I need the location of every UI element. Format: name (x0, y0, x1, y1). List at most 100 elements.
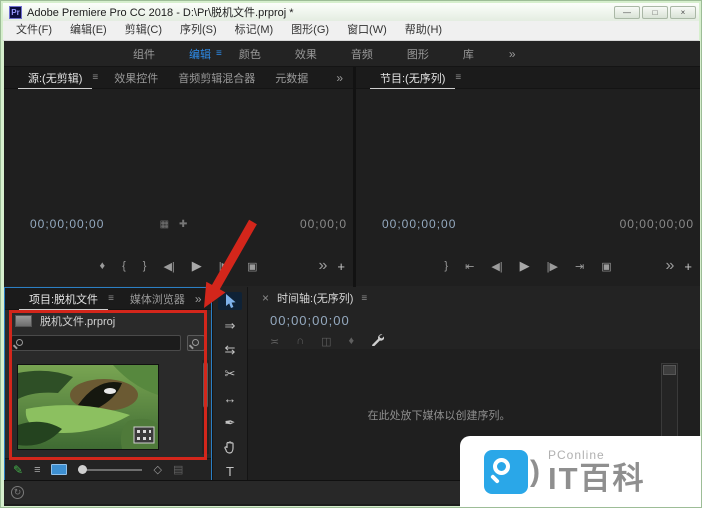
menu-clip[interactable]: 剪辑(C) (116, 21, 171, 40)
timeline-wrench-icon[interactable] (371, 333, 384, 349)
source-monitor-panel: 源:(无剪辑) ≡ 效果控件 音频剪辑混合器 元数据 » 00;00;00;00… (4, 67, 353, 287)
selection-tool[interactable] (218, 292, 242, 310)
tab-project[interactable]: 项目:脱机文件 (19, 288, 108, 310)
tab-effect-controls[interactable]: 效果控件 (104, 67, 168, 88)
premiere-window: Pr Adobe Premiere Pro CC 2018 - D:\Pr\脱机… (0, 0, 702, 508)
program-transport-controls: } ⇤ ◀| ▶ |▶ ⇥ ▣ (356, 254, 700, 278)
razor-tool[interactable]: ✂ (218, 365, 242, 383)
automate-to-sequence-icon[interactable]: ▤ (173, 463, 183, 476)
itbaike-logo-icon (484, 450, 528, 494)
tab-audio-clip-mixer[interactable]: 音频剪辑混合器 (168, 67, 265, 88)
menu-sequence[interactable]: 序列(S) (171, 21, 226, 40)
tab-program[interactable]: 节目:(无序列) (370, 67, 455, 89)
tools-panel: ⇒ ⇆ ✂ ↔ ✒ T (212, 287, 248, 481)
workspace-tab-effects[interactable]: 效果 (278, 46, 334, 62)
play-icon[interactable]: ▶ (520, 258, 530, 274)
watermark-brand: PConline (548, 449, 646, 461)
track-select-tool[interactable]: ⇒ (218, 316, 242, 334)
timeline-timecode[interactable]: 00;00;00;00 (270, 313, 350, 328)
workspace-tab-audio[interactable]: 音频 (334, 46, 390, 62)
menu-graphics[interactable]: 图形(G) (282, 21, 338, 40)
menu-marker[interactable]: 标记(M) (226, 21, 283, 40)
button-editor-icon[interactable]: ✚ (179, 219, 197, 230)
workspace-tab-color[interactable]: 颜色 (222, 46, 278, 62)
menu-help[interactable]: 帮助(H) (396, 21, 451, 40)
timeline-close-icon[interactable]: × (262, 291, 269, 305)
transport-overflow-icon[interactable]: » (319, 257, 328, 275)
thumbnail-zoom-slider[interactable] (78, 465, 142, 475)
menu-bar: 文件(F) 编辑(E) 剪辑(C) 序列(S) 标记(M) 图形(G) 窗口(W… (3, 21, 699, 41)
project-file-row[interactable]: 脱机文件.prproj (5, 310, 211, 332)
clip-thumbnail[interactable] (17, 364, 159, 450)
project-scrollbar[interactable] (202, 360, 209, 454)
source-panel-menu-icon[interactable]: ≡ (92, 72, 98, 83)
ripple-edit-tool[interactable]: ⇆ (218, 341, 242, 359)
program-viewer: 00;00;00;00 00;00;00;00 } ⇤ ◀| ▶ |▶ ⇥ ▣ … (356, 89, 700, 286)
step-back-icon[interactable]: ◀| (163, 260, 174, 273)
type-tool[interactable]: T (218, 463, 242, 481)
source-tabs-overflow-icon[interactable]: » (336, 71, 343, 85)
timeline-panel-menu-icon[interactable]: ≡ (361, 293, 367, 304)
export-frame-icon[interactable]: ▣ (247, 260, 257, 273)
add-marker-icon[interactable]: ♦ (99, 260, 105, 272)
timeline-settings-icon[interactable]: ≍ (270, 335, 279, 348)
menu-window[interactable]: 窗口(W) (338, 21, 396, 40)
slip-tool[interactable]: ↔ (218, 390, 242, 408)
play-icon[interactable]: ▶ (192, 258, 202, 274)
search-bin-button[interactable] (187, 335, 205, 351)
close-button[interactable]: × (670, 6, 696, 19)
snap-icon[interactable]: ∩ (296, 335, 304, 347)
linked-selection-icon[interactable]: ◫ (321, 335, 331, 348)
icon-view-button[interactable] (51, 464, 67, 475)
step-forward-icon[interactable]: |▶ (547, 260, 558, 273)
program-monitor-panel: 节目:(无序列) ≡ 00;00;00;00 00;00;00;00 } ⇤ ◀… (356, 67, 700, 287)
mark-out-icon[interactable]: } (143, 260, 147, 272)
project-items-area (5, 356, 211, 458)
project-tabs-overflow-icon[interactable]: » (195, 292, 202, 306)
tab-media-browser[interactable]: 媒体浏览器 (120, 288, 195, 309)
export-frame-icon[interactable]: ▣ (601, 260, 611, 273)
step-forward-icon[interactable]: |▶ (219, 260, 230, 273)
project-search-box (11, 335, 181, 351)
go-to-out-icon[interactable]: ⇥ (575, 260, 584, 273)
program-current-timecode[interactable]: 00;00;00;00 (382, 217, 456, 231)
hand-tool[interactable] (218, 438, 242, 456)
mark-out-icon[interactable]: } (444, 260, 448, 272)
tab-metadata[interactable]: 元数据 (265, 67, 318, 88)
mark-in-icon[interactable]: { (122, 260, 126, 272)
project-writable-icon[interactable]: ✎ (13, 463, 23, 477)
program-panel-menu-icon[interactable]: ≡ (455, 72, 461, 83)
go-to-in-icon[interactable]: ⇤ (465, 260, 474, 273)
step-back-icon[interactable]: ◀| (491, 260, 502, 273)
search-input[interactable] (30, 336, 178, 350)
timeline-toolbar: ≍ ∩ ◫ ♦ (270, 333, 384, 349)
minimize-button[interactable]: — (614, 6, 640, 19)
menu-file[interactable]: 文件(F) (7, 21, 61, 40)
workspace-overflow-icon[interactable]: » (509, 47, 516, 61)
output-settings-icon[interactable]: ▦ (160, 219, 179, 230)
add-button-icon[interactable]: + (337, 259, 345, 274)
transport-overflow-icon[interactable]: » (666, 257, 675, 275)
list-view-button[interactable]: ≡ (34, 464, 40, 476)
logo-bracket: ) (530, 455, 540, 489)
hand-tool-icon (223, 440, 237, 454)
maximize-button[interactable]: □ (642, 6, 668, 19)
project-panel-menu-icon[interactable]: ≡ (108, 293, 114, 304)
workspace-tab-graphics[interactable]: 图形 (390, 46, 446, 62)
add-button-icon[interactable]: + (684, 259, 692, 274)
menu-edit[interactable]: 编辑(E) (61, 21, 116, 40)
source-settings-icons[interactable]: ▦✚ (4, 219, 353, 230)
cc-sync-icon[interactable]: ↻ (11, 486, 24, 499)
project-content: 脱机文件.prproj (5, 310, 211, 480)
clip-thumbnail-image (18, 365, 158, 449)
tab-timeline[interactable]: 时间轴:(无序列) (277, 290, 353, 306)
source-panel-tabs: 源:(无剪辑) ≡ 效果控件 音频剪辑混合器 元数据 » (4, 67, 353, 89)
timeline-marker-icon[interactable]: ♦ (349, 335, 355, 347)
program-panel-tabs: 节目:(无序列) ≡ (356, 67, 700, 89)
sort-icons-button[interactable]: ◇ (153, 463, 161, 476)
pen-tool[interactable]: ✒ (218, 414, 242, 432)
watermark-title: IT百科 (548, 463, 646, 494)
workspace-tab-libraries[interactable]: 库 (446, 46, 491, 62)
tab-source[interactable]: 源:(无剪辑) (18, 67, 92, 89)
workspace-tab-assembly[interactable]: 组件 (116, 46, 172, 62)
